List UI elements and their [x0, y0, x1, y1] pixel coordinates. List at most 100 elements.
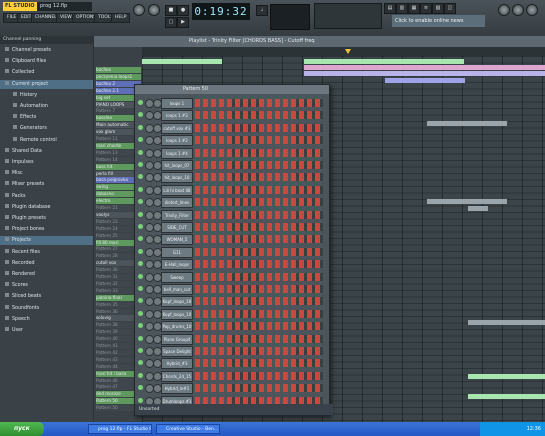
pianoroll-icon[interactable]: ▥: [396, 3, 408, 14]
master-volume-knob[interactable]: [133, 4, 145, 16]
playlist-clip[interactable]: [304, 59, 464, 64]
step-buttons[interactable]: [195, 297, 323, 306]
channel-mute-led[interactable]: [138, 273, 143, 279]
channel-button[interactable]: hit_loops_07: [161, 160, 193, 171]
channel-mute-led[interactable]: [138, 211, 143, 217]
channel-button[interactable]: loops 1 #4: [161, 147, 193, 159]
step-buttons[interactable]: [195, 123, 323, 132]
channel-mute-led[interactable]: [138, 100, 143, 105]
step-buttons[interactable]: [195, 185, 323, 194]
playlist-clip[interactable]: [385, 78, 465, 83]
menu-help[interactable]: HELP: [111, 13, 131, 23]
browser-item[interactable]: User: [0, 326, 93, 335]
channel-button[interactable]: loops 1 #2: [161, 135, 193, 147]
channel-button[interactable]: Hybrid_#3: [161, 358, 193, 370]
playlist-track-label[interactable]: peczyenia loops1: [96, 73, 141, 80]
step-buttons[interactable]: [195, 136, 323, 145]
playlist-icon[interactable]: ▤: [384, 3, 396, 14]
playlist-clip[interactable]: [304, 65, 545, 70]
channel-mute-led[interactable]: [138, 186, 143, 192]
browser-item[interactable]: Plugin database: [0, 203, 93, 212]
channel-button[interactable]: WOMAN_5: [161, 234, 193, 246]
playhead-marker-icon[interactable]: [345, 49, 351, 54]
browser-icon[interactable]: ▧: [432, 3, 444, 14]
channel-mute-led[interactable]: [138, 310, 143, 316]
channel-mute-led[interactable]: [138, 385, 143, 391]
channel-mute-led[interactable]: [138, 236, 143, 242]
browser-item[interactable]: Scores: [0, 281, 93, 290]
channel-button[interactable]: loops 1 #3: [161, 110, 193, 122]
channel-button[interactable]: E-Hall_loops: [161, 259, 193, 271]
channel-mute-led[interactable]: [138, 124, 143, 130]
playlist-clip[interactable]: [304, 71, 545, 76]
channel-mute-led[interactable]: [138, 348, 143, 353]
step-buttons[interactable]: [195, 272, 323, 281]
browser-item[interactable]: Current project: [0, 79, 93, 89]
channel-mute-led[interactable]: [138, 162, 143, 167]
browser-item[interactable]: History: [0, 91, 93, 100]
playlist-track-label[interactable]: bochke: [96, 67, 141, 73]
playlist-clip[interactable]: [468, 374, 545, 379]
channel-mute-led[interactable]: [138, 335, 143, 341]
browser-item[interactable]: Projects: [0, 236, 93, 246]
step-buttons[interactable]: [195, 235, 323, 244]
step-buttons[interactable]: [195, 309, 323, 318]
channel-filter[interactable]: Unsorted: [135, 404, 333, 415]
browser-item[interactable]: Clipboard files: [0, 57, 93, 66]
step-buttons[interactable]: [195, 384, 323, 393]
channel-button[interactable]: bell_man_cut: [161, 284, 193, 295]
browser-item[interactable]: Project bones: [0, 225, 93, 234]
step-buttons[interactable]: [195, 161, 323, 169]
play-icon[interactable]: ▶: [177, 17, 189, 28]
channel-mute-led[interactable]: [138, 397, 143, 403]
channel-button[interactable]: Kopf_loops_18: [161, 296, 193, 308]
pattern-mode-icon[interactable]: ▢: [165, 17, 177, 28]
browser-item[interactable]: Plugin presets: [0, 214, 93, 223]
step-buttons[interactable]: [195, 285, 323, 293]
tempo-icon[interactable]: ♩: [256, 5, 268, 16]
step-buttons[interactable]: [195, 247, 323, 256]
step-buttons[interactable]: [195, 359, 323, 368]
browser-item[interactable]: Speech: [0, 315, 93, 324]
channel-mute-led[interactable]: [138, 298, 143, 304]
channel-button[interactable]: Hybrid_lo#1: [161, 383, 193, 395]
browser-item[interactable]: Collected: [0, 68, 93, 77]
channel-mute-led[interactable]: [138, 248, 143, 254]
step-buttons[interactable]: [195, 111, 323, 120]
plugin-icon[interactable]: ◫: [444, 3, 456, 14]
channel-button[interactable]: Chords_24_15: [161, 370, 193, 382]
browser-item[interactable]: Effects: [0, 113, 93, 122]
channel-button[interactable]: Sweep: [161, 271, 193, 283]
browser-item[interactable]: Automation: [0, 102, 93, 111]
browser-item[interactable]: Recent files: [0, 248, 93, 257]
playlist-clip[interactable]: [427, 199, 507, 204]
channel-button[interactable]: Kopf_loops_10: [161, 308, 193, 320]
master-pitch-knob[interactable]: [148, 4, 160, 16]
step-buttons[interactable]: [195, 148, 323, 157]
browser-item[interactable]: Sliced beats: [0, 292, 93, 301]
channel-button[interactable]: distort_lines: [161, 197, 193, 209]
channel-button[interactable]: Piano Group4: [161, 333, 193, 345]
task-fl-studio[interactable]: prog 12.flp - FL Studio 9: [88, 424, 152, 434]
channel-button[interactable]: Pop_drums_10: [161, 321, 193, 333]
channel-mute-led[interactable]: [138, 174, 143, 180]
channel-mute-led[interactable]: [138, 286, 143, 291]
playlist-clip[interactable]: [468, 320, 545, 325]
channel-button[interactable]: Trinity_Filter: [161, 209, 193, 221]
mixer-icon[interactable]: ≡: [420, 3, 432, 14]
playlist-clip[interactable]: [427, 121, 507, 126]
browser-item[interactable]: Impulses: [0, 158, 93, 167]
browser-item[interactable]: Rendered: [0, 270, 93, 279]
online-news-hint[interactable]: Click to enable online news: [392, 15, 485, 27]
browser-item[interactable]: Recorded: [0, 259, 93, 268]
channel-button[interactable]: Space Delight: [161, 346, 193, 357]
channel-mute-led[interactable]: [138, 360, 143, 366]
channel-button[interactable]: G11: [161, 246, 193, 258]
step-buttons[interactable]: [195, 334, 323, 343]
browser-item[interactable]: Soundfonts: [0, 304, 93, 313]
channel-button[interactable]: SIDE_CUT: [161, 222, 193, 233]
channel-mute-led[interactable]: [138, 137, 143, 143]
channel-mute-led[interactable]: [138, 323, 143, 329]
playlist-clip[interactable]: [468, 394, 545, 399]
playlist-clip[interactable]: [142, 59, 222, 64]
